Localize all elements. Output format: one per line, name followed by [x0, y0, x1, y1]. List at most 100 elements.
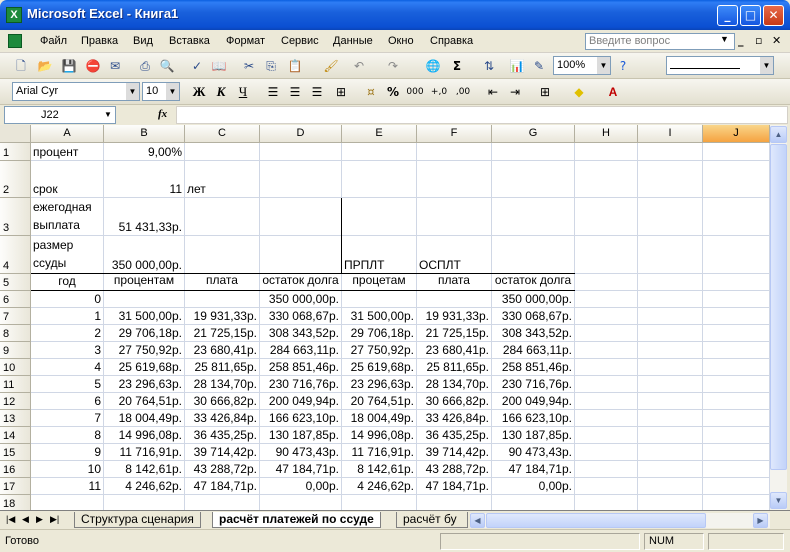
- table-cell[interactable]: 21 725,15р.: [185, 325, 259, 341]
- cell-b1[interactable]: 9,00%: [104, 143, 184, 160]
- table-cell[interactable]: 130 187,85р.: [260, 427, 341, 443]
- select-all-corner[interactable]: [0, 125, 31, 143]
- table-cell[interactable]: 8 142,61р.: [342, 461, 416, 477]
- fill-color-icon[interactable]: ◆: [570, 83, 588, 101]
- table-cell[interactable]: 166 623,10р.: [260, 410, 341, 426]
- cell-c5[interactable]: основная плата: [185, 274, 259, 290]
- table-cell[interactable]: 20 764,51р.: [342, 393, 416, 409]
- table-cell[interactable]: 200 049,94р.: [260, 393, 341, 409]
- ask-dropdown-icon[interactable]: ▼: [720, 34, 729, 44]
- column-header-e[interactable]: E: [342, 125, 417, 143]
- table-cell[interactable]: 1: [31, 308, 103, 324]
- row-header[interactable]: 16: [0, 461, 31, 478]
- permission-icon[interactable]: ⛔: [84, 57, 102, 75]
- minimize-button[interactable]: _: [717, 5, 738, 26]
- row-header[interactable]: 10: [0, 359, 31, 376]
- format-painter-icon[interactable]: 🖌: [322, 57, 340, 75]
- table-cell[interactable]: 230 716,76р.: [492, 376, 574, 392]
- scroll-left-icon[interactable]: ◀: [470, 513, 485, 528]
- research-icon[interactable]: 📖: [210, 57, 228, 75]
- table-cell[interactable]: 350 000,00р.: [492, 291, 574, 307]
- table-cell[interactable]: 29 706,18р.: [104, 325, 184, 341]
- cell-a1[interactable]: процент: [31, 143, 103, 160]
- currency-icon[interactable]: ¤: [362, 83, 380, 101]
- mdi-restore-button[interactable]: ▫: [755, 34, 762, 47]
- table-cell[interactable]: 23 680,41р.: [185, 342, 259, 358]
- table-cell[interactable]: 0: [31, 291, 103, 307]
- horizontal-scroll-thumb[interactable]: [486, 513, 706, 528]
- table-cell[interactable]: 8: [31, 427, 103, 443]
- table-cell[interactable]: 308 343,52р.: [260, 325, 341, 341]
- new-icon[interactable]: 🗋: [12, 57, 30, 75]
- border-style-select[interactable]: ▼: [666, 56, 774, 75]
- column-header-b[interactable]: B: [104, 125, 185, 143]
- column-header-h[interactable]: H: [575, 125, 638, 143]
- percent-button[interactable]: %: [384, 83, 402, 101]
- table-cell[interactable]: 47 184,71р.: [492, 461, 574, 477]
- table-cell[interactable]: 11: [31, 478, 103, 494]
- row-header[interactable]: 6: [0, 291, 31, 308]
- undo-icon[interactable]: ↶: [350, 57, 368, 75]
- table-cell[interactable]: 33 426,84р.: [185, 410, 259, 426]
- horizontal-scrollbar[interactable]: ◀ ▶: [470, 513, 770, 528]
- font-color-icon[interactable]: A: [604, 83, 622, 101]
- next-sheet-icon[interactable]: ▶: [36, 514, 43, 525]
- font-size-dropdown-icon[interactable]: ▼: [166, 83, 179, 100]
- table-cell[interactable]: 2: [31, 325, 103, 341]
- close-button[interactable]: ✕: [763, 5, 784, 26]
- align-center-icon[interactable]: ☰: [286, 83, 304, 101]
- table-cell[interactable]: 284 663,11р.: [260, 342, 341, 358]
- table-cell[interactable]: 0,00р.: [492, 478, 574, 494]
- table-cell[interactable]: 39 714,42р.: [417, 444, 491, 460]
- prev-sheet-icon[interactable]: ◀: [22, 514, 29, 525]
- name-box[interactable]: J22: [4, 106, 116, 124]
- column-header-g[interactable]: G: [492, 125, 575, 143]
- vertical-scrollbar[interactable]: ▲ ▼: [770, 125, 787, 510]
- help-icon[interactable]: ?: [614, 57, 632, 75]
- line-style-dropdown-icon[interactable]: ▼: [760, 57, 773, 74]
- row-header[interactable]: 8: [0, 325, 31, 342]
- table-cell[interactable]: 33 426,84р.: [417, 410, 491, 426]
- table-cell[interactable]: 23 296,63р.: [342, 376, 416, 392]
- email-icon[interactable]: ✉: [106, 57, 124, 75]
- workbook-icon[interactable]: [8, 34, 22, 48]
- table-cell[interactable]: 166 623,10р.: [492, 410, 574, 426]
- mdi-close-button[interactable]: ✕: [772, 34, 781, 47]
- table-cell[interactable]: [417, 291, 491, 307]
- column-header-a[interactable]: A: [31, 125, 104, 143]
- copy-icon[interactable]: ⎘: [262, 57, 280, 75]
- row-header[interactable]: 5: [0, 274, 31, 291]
- table-cell[interactable]: 25 811,65р.: [185, 359, 259, 375]
- table-cell[interactable]: 25 811,65р.: [417, 359, 491, 375]
- save-icon[interactable]: 💾: [60, 57, 78, 75]
- redo-icon[interactable]: ↷: [384, 57, 402, 75]
- cell-b5[interactable]: плата по процентам: [104, 274, 184, 290]
- print-icon[interactable]: ⎙: [136, 57, 154, 75]
- column-header-j[interactable]: J: [703, 125, 770, 143]
- cell-e4[interactable]: ПРПЛТ: [342, 236, 416, 273]
- table-cell[interactable]: 20 764,51р.: [104, 393, 184, 409]
- table-cell[interactable]: 36 435,25р.: [417, 427, 491, 443]
- spelling-icon[interactable]: ✓: [188, 57, 206, 75]
- table-cell[interactable]: 47 184,71р.: [185, 478, 259, 494]
- table-cell[interactable]: 9: [31, 444, 103, 460]
- cell-f4[interactable]: ОСПЛТ: [417, 236, 491, 273]
- menu-data[interactable]: Данные: [333, 35, 373, 47]
- borders-icon[interactable]: ⊞: [536, 83, 554, 101]
- column-header-i[interactable]: I: [638, 125, 703, 143]
- cell-b4[interactable]: 350 000,00р.: [104, 236, 184, 273]
- row-header[interactable]: 17: [0, 478, 31, 495]
- first-sheet-icon[interactable]: |◀: [6, 514, 15, 525]
- underline-button[interactable]: Ч: [234, 83, 252, 101]
- vertical-scroll-thumb[interactable]: [770, 144, 787, 470]
- ask-question-input[interactable]: Введите вопрос: [585, 33, 735, 50]
- cell-a2[interactable]: срок: [31, 161, 103, 197]
- table-cell[interactable]: 28 134,70р.: [417, 376, 491, 392]
- row-header[interactable]: 18: [0, 495, 31, 510]
- sort-ascending-icon[interactable]: ⇅: [480, 57, 498, 75]
- print-preview-icon[interactable]: 🔍: [158, 57, 176, 75]
- maximize-button[interactable]: □: [740, 5, 761, 26]
- row-header[interactable]: 4: [0, 236, 31, 274]
- table-cell[interactable]: 200 049,94р.: [492, 393, 574, 409]
- table-cell[interactable]: 43 288,72р.: [185, 461, 259, 477]
